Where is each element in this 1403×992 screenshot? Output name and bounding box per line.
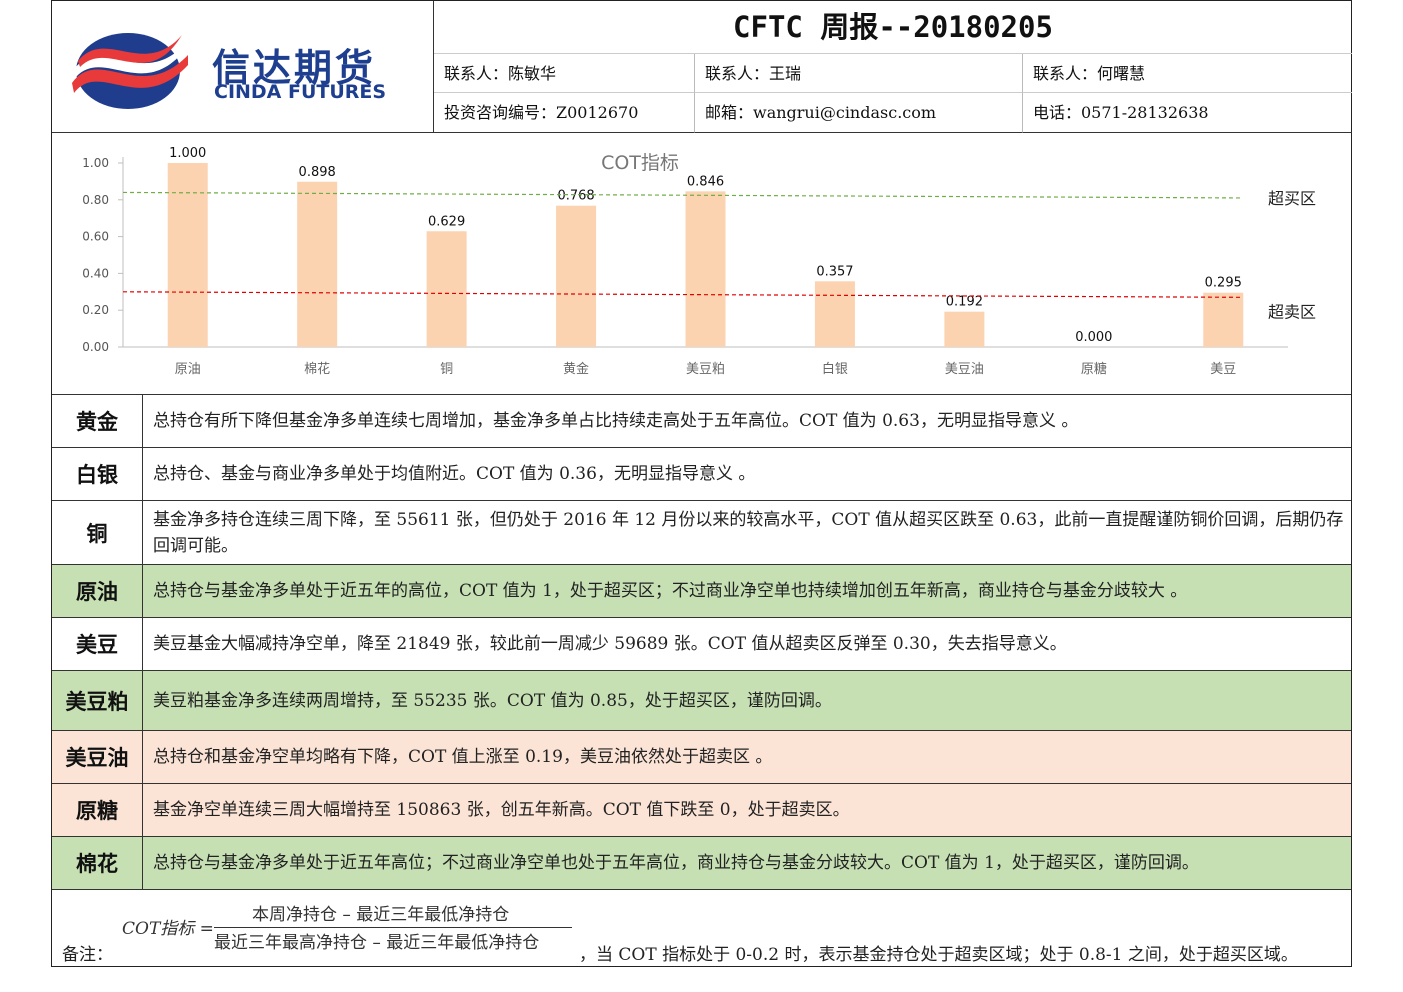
bar [944, 311, 985, 347]
commodity-row: 白银 总持仓、基金与商业净多单处于均值附近。COT 值为 0.36，无明显指导意义… [52, 448, 1351, 501]
email-address[interactable]: 邮箱：wangrui@cindasc.com [695, 93, 1023, 133]
formula-lhs: COT指标 = [122, 919, 214, 939]
formula-numerator: 本周净持仓 – 最近三年最低净持仓 [252, 905, 510, 925]
commodity-name: 白银 [52, 448, 143, 500]
commodity-name: 铜 [52, 501, 143, 564]
category-label: 棉花 [304, 361, 330, 377]
phone-number: 电话：0571-28132638 [1023, 93, 1352, 133]
bar-value-label: 0.357 [816, 264, 853, 279]
category-label: 原油 [175, 362, 201, 377]
bar [1203, 292, 1244, 347]
cinda-logo-icon [72, 33, 188, 109]
category-label: 原糖 [1081, 361, 1107, 377]
bar-value-label: 1.000 [169, 146, 206, 161]
commodity-name: 黄金 [52, 395, 143, 447]
commodity-commentary: 总持仓和基金净空单均略有下降，COT 值上涨至 0.19，美豆油依然处于超卖区 … [153, 747, 773, 767]
commodity-commentary: 美豆基金大幅减持净空单，降至 21849 张，较此前一周减少 59689 张。C… [153, 634, 1067, 654]
commodity-table: 黄金 总持仓有所下降但基金净多单连续七周增加，基金净多单占比持续走高处于五年高位。… [52, 395, 1351, 890]
bar-value-label: 0.768 [557, 189, 594, 204]
category-label: 黄金 [563, 361, 589, 377]
commodity-row: 原糖 基金净空单连续三周大幅增持至 150863 张，创五年新高。COT 值下跌至… [52, 784, 1351, 837]
commodity-name: 美豆油 [52, 731, 143, 783]
commodity-row: 美豆 美豆基金大幅减持净空单，降至 21849 张，较此前一周减少 59689 张… [52, 618, 1351, 671]
cot-bar-chart: 0.00 0.20 0.40 0.60 0.80 1.00 1.000 原油 0.898 棉花 0.… [82, 146, 1316, 377]
commodity-commentary: 总持仓有所下降但基金净多单连续七周增加，基金净多单占比持续走高处于五年高位。CO… [153, 411, 1079, 431]
commodity-name: 原油 [52, 565, 143, 617]
bar-value-label: 0.629 [428, 214, 465, 229]
y-tick-label: 0.20 [82, 303, 109, 317]
commodity-row: 美豆油 总持仓和基金净空单均略有下降，COT 值上涨至 0.19，美豆油依然处于超… [52, 731, 1351, 784]
category-label: 美豆粕 [686, 362, 725, 377]
cot-chart: 0.00 0.20 0.40 0.60 0.80 1.00 1.000 原油 0.898 棉花 0.… [52, 133, 1351, 395]
report-title: CFTC 周报--20180205 [733, 10, 1053, 44]
commodity-row: 铜基金净多持仓连续三周下降，至 55611 张，但仍处于 2016 年 12 月… [52, 501, 1351, 565]
bar [556, 205, 597, 347]
footer-text: ，当 COT 指标处于 0-0.2 时，表示基金持仓处于超卖区域；处于 0.8-… [579, 945, 1298, 965]
title-cell: CFTC 周报--20180205 [434, 1, 1352, 54]
bar [685, 191, 726, 347]
contact-3: 联系人：何曙慧 [1023, 54, 1352, 93]
category-label: 美豆油 [945, 362, 984, 377]
oversold-line [122, 291, 1243, 298]
bar-value-label: 0.000 [1075, 330, 1112, 345]
commodity-row: 美豆粕 美豆粕基金净多连续两周增持，至 55235 张。COT 值为 0.85，处… [52, 671, 1351, 731]
logo-cell: 信达期货 CINDA FUTURES [52, 1, 434, 133]
y-tick-label: 0.80 [82, 193, 109, 207]
chart-title: COT指标 [601, 152, 679, 174]
commodity-name: 原糖 [52, 784, 143, 836]
bar [426, 231, 467, 347]
logo-english-text: CINDA FUTURES [214, 81, 387, 103]
report-sheet: 信达期货 CINDA FUTURES CFTC 周报--20180205 联系人… [51, 0, 1352, 967]
commodity-row: 黄金 总持仓有所下降但基金净多单连续七周增加，基金净多单占比持续走高处于五年高位。… [52, 395, 1351, 448]
commodity-commentary: 基金净空单连续三周大幅增持至 150863 张，创五年新高。COT 值下跌至 0… [153, 800, 850, 820]
contact-2: 联系人：王瑞 [695, 54, 1023, 93]
category-label: 铜 [440, 362, 453, 377]
formula-denominator: 最近三年最高净持仓 – 最近三年最低净持仓 [214, 933, 540, 953]
commodity-commentary: 基金净多持仓连续三周下降，至 55611 张，但仍处于 2016 年 12 月份… [153, 509, 1344, 556]
y-tick-label: 0.40 [82, 266, 109, 280]
bar-value-label: 0.295 [1205, 276, 1242, 291]
commodity-commentary: 美豆粕基金净多连续两周增持，至 55235 张。COT 值为 0.85，处于超买… [153, 690, 832, 711]
commodity-row: 棉花 总持仓与基金净多单处于近五年高位；不过商业净空单也处于五年高位，商业持仓与基… [52, 837, 1351, 890]
bar [814, 281, 855, 347]
category-label: 美豆 [1210, 362, 1236, 377]
bar [297, 181, 338, 347]
contact-1: 联系人：陈敏华 [434, 54, 695, 93]
cot-formula: COT指标 = 本周净持仓 – 最近三年最低净持仓 最近三年最高净持仓 – 最近… [122, 898, 582, 958]
commodity-commentary: 总持仓与基金净多单处于近五年高位；不过商业净空单也处于五年高位，商业持仓与基金分… [153, 853, 1199, 873]
footer-note: COT指标 = 本周净持仓 – 最近三年最低净持仓 最近三年最高净持仓 – 最近… [52, 890, 1351, 967]
commodity-name: 美豆粕 [52, 671, 143, 730]
overbought-line [122, 191, 1243, 199]
commodity-commentary: 总持仓与基金净多单处于近五年的高位，COT 值为 1，处于超买区；不过商业净空单… [153, 581, 1188, 601]
bar-value-label: 0.192 [946, 295, 983, 310]
bar-value-label: 0.898 [299, 165, 336, 180]
bar [167, 163, 208, 347]
y-tick-label: 1.00 [82, 156, 109, 170]
oversold-zone-label: 超卖区 [1268, 302, 1316, 321]
bar-value-label: 0.846 [687, 174, 724, 189]
note-label: 备注： [62, 945, 113, 965]
y-tick-label: 0.00 [82, 340, 109, 354]
commodity-row: 原油 总持仓与基金净多单处于近五年的高位，COT 值为 1，处于超买区；不过商业净… [52, 565, 1351, 618]
commodity-commentary: 总持仓、基金与商业净多单处于均值附近。COT 值为 0.36，无明显指导意义 。 [153, 464, 756, 484]
category-label: 白银 [822, 361, 848, 377]
commodity-name: 棉花 [52, 837, 143, 889]
commodity-name: 美豆 [52, 618, 143, 670]
y-tick-label: 0.60 [82, 230, 109, 244]
overbought-zone-label: 超买区 [1268, 189, 1316, 208]
license-number: 投资咨询编号：Z0012670 [434, 93, 695, 133]
